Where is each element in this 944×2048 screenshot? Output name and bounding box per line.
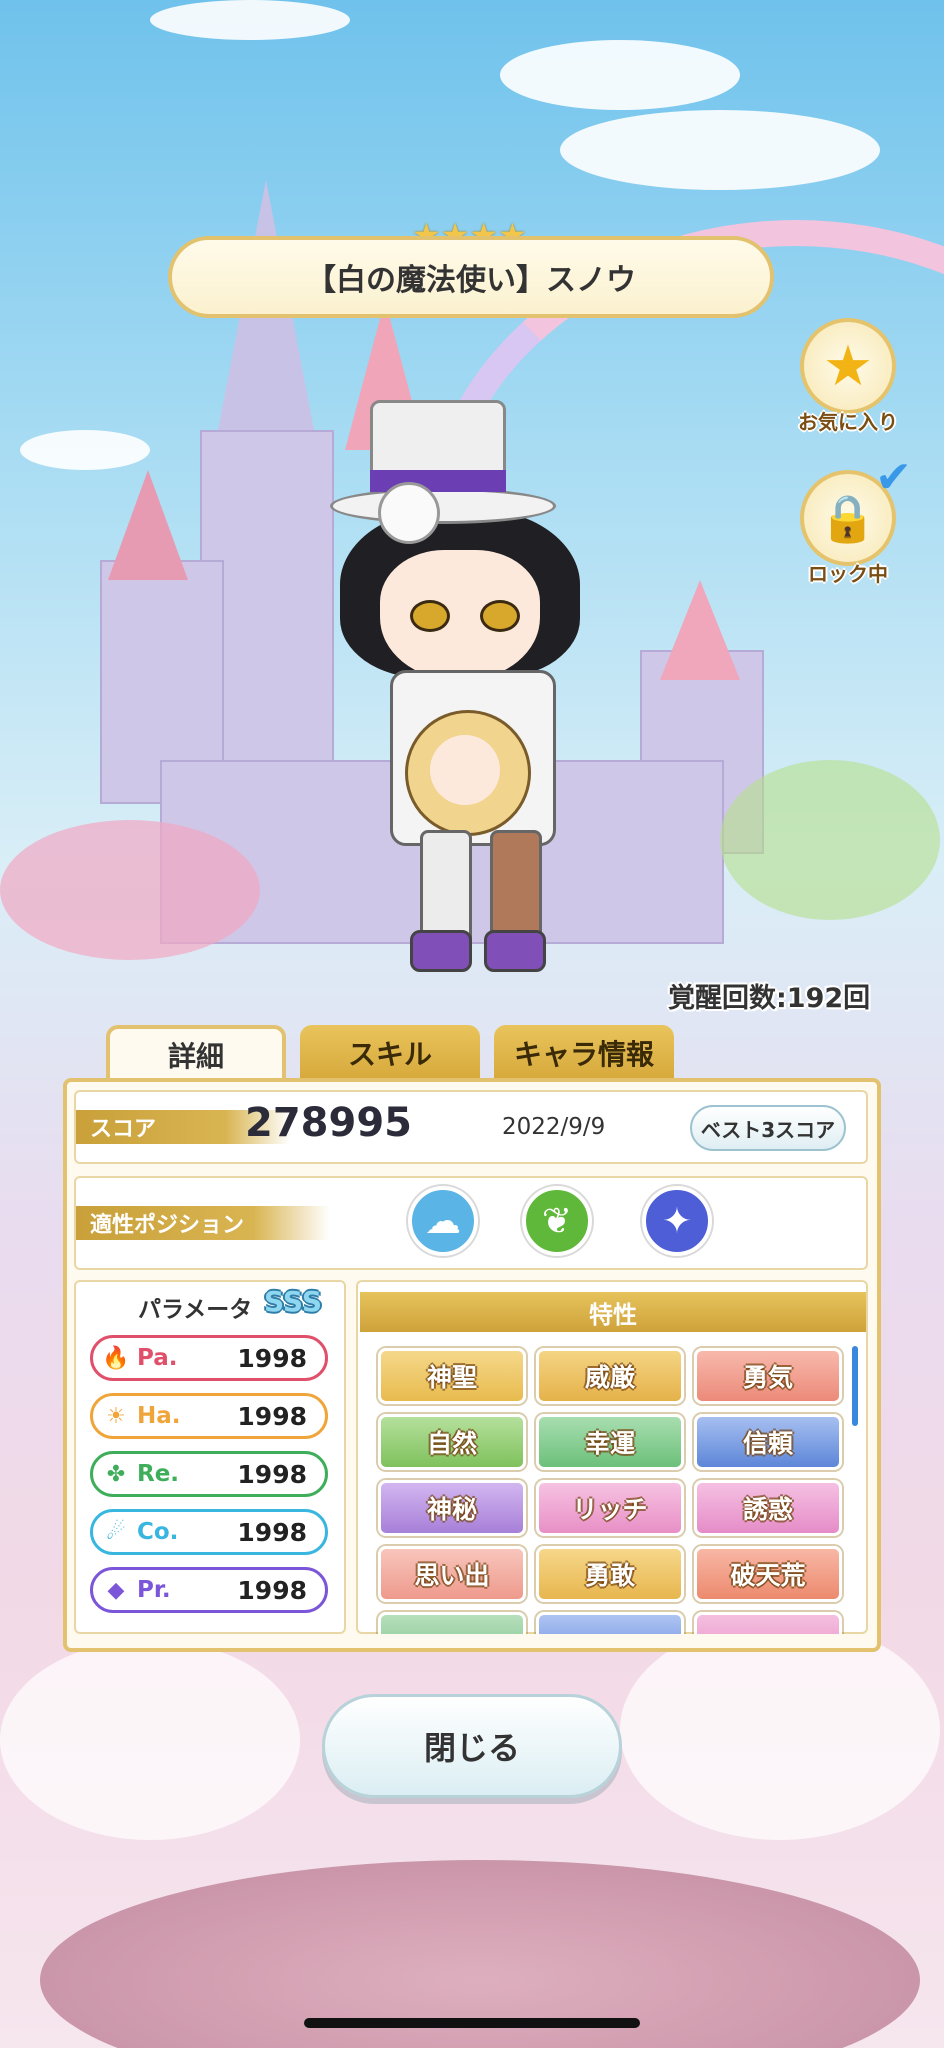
tab-chara-info[interactable]: キャラ情報 (494, 1025, 674, 1081)
cloud (560, 110, 880, 190)
favorite-button[interactable]: ★ お気に入り (788, 318, 908, 435)
trait-item[interactable]: 信頼 (694, 1414, 842, 1470)
star-icon: ★ (800, 318, 896, 414)
left-leg (420, 830, 472, 946)
right-leg (490, 830, 542, 946)
param-co: ☄ Co. 1998 (90, 1509, 328, 1555)
lock-label: ロック中 (808, 562, 888, 586)
home-indicator[interactable] (304, 2018, 640, 2028)
position-label: 適性ポジション (76, 1206, 330, 1240)
castle-spire (108, 470, 188, 580)
param-value: 1998 (237, 1575, 307, 1605)
param-pr: ◆ Pr. 1998 (90, 1567, 328, 1613)
clover-icon: ✤ (106, 1461, 126, 1487)
cloud (620, 1620, 940, 1840)
parameter-rank: SSS (264, 1285, 322, 1318)
trait-item[interactable]: 幸運 (536, 1414, 684, 1470)
doll-face (430, 735, 500, 805)
check-icon: ✔ (875, 452, 912, 503)
comet-icon: ☄ (106, 1519, 126, 1545)
tab-skill[interactable]: スキル (300, 1025, 480, 1081)
card-title: 【白の魔法使い】スノウ (168, 236, 774, 318)
right-shoe (484, 930, 546, 972)
left-shoe (410, 930, 472, 972)
trait-item[interactable]: リッチ (536, 1480, 684, 1536)
castle-spire (660, 580, 740, 680)
rocket-position-icon: ✦ (642, 1186, 712, 1256)
lock-button[interactable]: 🔒 ✔ ロック中 (788, 452, 912, 587)
cloud (500, 40, 740, 110)
trait-item[interactable]: 自然 (378, 1414, 526, 1470)
param-label: Pa. (137, 1345, 178, 1371)
parameter-title: パラメータ (138, 1297, 253, 1323)
close-button[interactable]: 閉じる (322, 1694, 622, 1798)
trait-item[interactable]: 誘惑 (694, 1480, 842, 1536)
best3-score-button[interactable]: ベスト3スコア (690, 1105, 846, 1151)
trait-item[interactable] (378, 1612, 526, 1634)
param-label: Co. (137, 1519, 179, 1545)
param-value: 1998 (237, 1459, 307, 1489)
cloud (20, 430, 150, 470)
trait-item[interactable]: 思い出 (378, 1546, 526, 1602)
trait-item[interactable] (694, 1612, 842, 1634)
hat-brim (330, 488, 556, 524)
tab-details[interactable]: 詳細 (106, 1025, 286, 1081)
left-eye (410, 600, 450, 632)
trait-title: 特性 (360, 1292, 866, 1332)
trait-item[interactable]: 勇気 (694, 1348, 842, 1404)
trait-item[interactable]: 破天荒 (694, 1546, 842, 1602)
param-value: 1998 (237, 1517, 307, 1547)
right-eye (480, 600, 520, 632)
param-pa: 🔥 Pa. 1998 (90, 1335, 328, 1381)
trait-list[interactable]: 神聖 威厳 勇気 自然 幸運 信頼 神秘 リッチ 誘惑 思い出 勇敢 破天荒 (360, 1332, 866, 1634)
score-value: 278995 (245, 1100, 412, 1146)
trait-scrollbar[interactable] (852, 1346, 858, 1426)
param-label: Ha. (137, 1403, 181, 1429)
trait-item[interactable]: 勇敢 (536, 1546, 684, 1602)
flame-icon: 🔥 (102, 1345, 130, 1371)
awakening-count: 覚醒回数:192回 (668, 983, 871, 1014)
umbrella (0, 820, 260, 960)
character-illustration (310, 400, 630, 980)
diamond-icon: ◆ (107, 1577, 125, 1603)
candy-decoration (720, 760, 940, 920)
param-re: ✤ Re. 1998 (90, 1451, 328, 1497)
cloud-position-icon: ☁ (408, 1186, 478, 1256)
sun-icon: ☀ (106, 1403, 126, 1429)
score-date: 2022/9/9 (502, 1114, 606, 1140)
param-value: 1998 (237, 1401, 307, 1431)
param-ha: ☀ Ha. 1998 (90, 1393, 328, 1439)
trait-item[interactable]: 威厳 (536, 1348, 684, 1404)
cloud (150, 0, 350, 40)
param-label: Re. (137, 1461, 180, 1487)
rose-ornament (378, 482, 440, 544)
trait-item[interactable] (536, 1612, 684, 1634)
param-label: Pr. (137, 1577, 171, 1603)
trait-item[interactable]: 神秘 (378, 1480, 526, 1536)
favorite-label: お気に入り (798, 410, 898, 434)
trait-item[interactable]: 神聖 (378, 1348, 526, 1404)
param-value: 1998 (237, 1343, 307, 1373)
cloud (0, 1640, 300, 1840)
leaf-position-icon: ❦ (522, 1186, 592, 1256)
